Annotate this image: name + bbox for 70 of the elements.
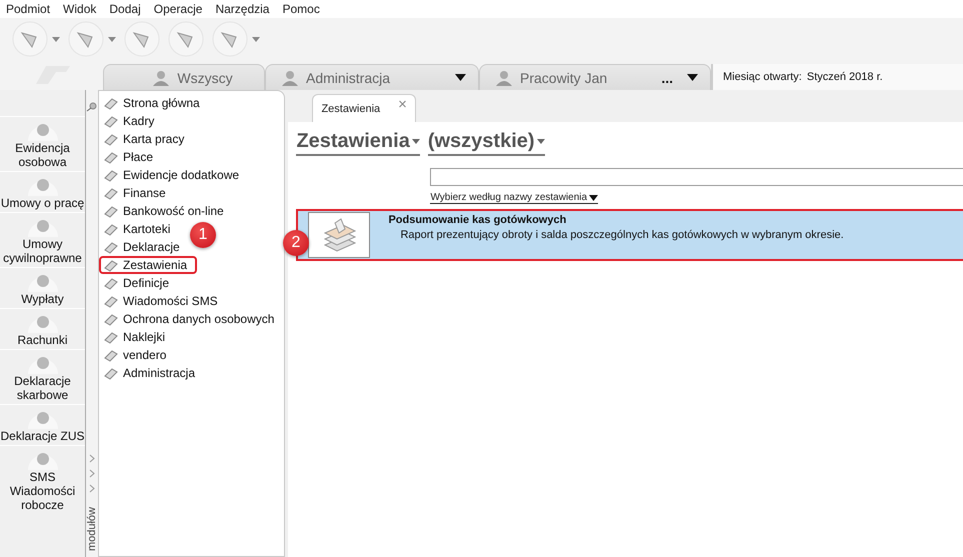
toolbar-icon[interactable] bbox=[12, 21, 48, 57]
more-label: ... bbox=[661, 70, 673, 86]
caret-icon[interactable] bbox=[589, 194, 598, 200]
nav-item[interactable]: Bankowość on-line bbox=[99, 202, 234, 220]
menu-item[interactable]: Widok bbox=[63, 2, 96, 16]
nav-item[interactable]: Wiadomości SMS bbox=[99, 292, 228, 310]
module-icon bbox=[104, 276, 118, 290]
report-description: Raport prezentujący obroty i salda poszczególnych kas gotówkowych w wybranym okresie. bbox=[399, 229, 844, 241]
module-button[interactable]: Ewidencja osobowa bbox=[0, 141, 85, 169]
module-icon bbox=[104, 132, 118, 146]
module-icon bbox=[104, 186, 118, 200]
search-mode-link[interactable]: Wybierz według nazwy zestawienia bbox=[430, 192, 598, 204]
module-icon bbox=[104, 96, 118, 110]
tab[interactable]: Administracja bbox=[265, 64, 479, 90]
filter-dropdown[interactable]: Zestawienia bbox=[296, 130, 420, 156]
nav-item[interactable]: Płace bbox=[99, 148, 164, 166]
module-icon bbox=[104, 348, 118, 362]
menu-item[interactable]: Dodaj bbox=[109, 2, 141, 16]
menu-item[interactable]: Operacje bbox=[154, 2, 202, 16]
nav-item[interactable]: Finanse bbox=[99, 184, 176, 202]
nav-item[interactable]: Ochrona danych osobowych bbox=[99, 310, 284, 328]
nav-item[interactable]: Definicje bbox=[99, 274, 180, 292]
module-icon bbox=[104, 114, 118, 128]
nav-item[interactable]: Strona główna bbox=[99, 94, 210, 112]
menu-item[interactable]: Narzędzia bbox=[215, 2, 270, 16]
tab[interactable]: Wszyscy bbox=[103, 64, 265, 90]
nav-item[interactable]: Karta pracy bbox=[99, 130, 194, 148]
filter-dropdown[interactable]: (wszystkie) bbox=[428, 130, 545, 156]
modules-label: modułów bbox=[86, 506, 98, 551]
nav-item[interactable]: Zestawienia bbox=[99, 256, 198, 274]
dropdown-icon[interactable] bbox=[455, 74, 466, 81]
module-icon bbox=[104, 240, 118, 254]
module-icon bbox=[104, 366, 118, 380]
close-icon[interactable]: × bbox=[398, 96, 407, 113]
nav-item[interactable]: Kartoteki bbox=[99, 220, 180, 238]
module-button[interactable]: Rachunki bbox=[0, 333, 85, 347]
module-icon bbox=[104, 312, 118, 326]
document-tab[interactable]: Zestawienia × bbox=[312, 94, 416, 122]
module-icon bbox=[104, 294, 118, 308]
toolbar-icon[interactable] bbox=[212, 21, 248, 57]
toolbar-icon[interactable] bbox=[124, 21, 160, 57]
nav-item[interactable]: Deklaracje bbox=[99, 238, 190, 256]
module-icon bbox=[104, 150, 118, 164]
search-field[interactable] bbox=[430, 168, 963, 186]
module-button[interactable]: Deklaracje skarbowe bbox=[0, 374, 85, 402]
nav-item[interactable]: Kadry bbox=[99, 112, 164, 130]
module-icon bbox=[104, 222, 118, 236]
module-icon bbox=[104, 204, 118, 218]
module-icon bbox=[104, 168, 118, 182]
module-button[interactable]: Umowy o pracę bbox=[0, 196, 85, 210]
toolbar-icon[interactable] bbox=[168, 21, 204, 57]
module-icon bbox=[104, 330, 118, 344]
nav-item[interactable]: Ewidencje dodatkowe bbox=[99, 166, 250, 184]
module-button[interactable]: Deklaracje ZUS bbox=[0, 429, 85, 443]
module-button[interactable]: SMS Wiadomości robocze bbox=[0, 470, 85, 512]
pin-icon[interactable] bbox=[86, 102, 98, 112]
nav-item[interactable]: Naklejki bbox=[99, 328, 176, 346]
menu-item[interactable]: Pomoc bbox=[282, 2, 320, 16]
nav-item[interactable]: Administracja bbox=[99, 364, 206, 382]
dropdown-icon[interactable] bbox=[687, 74, 698, 81]
status-value: Styczeń 2018 r. bbox=[806, 71, 883, 83]
tab[interactable]: Pracowity Jan ... bbox=[479, 64, 711, 90]
menu-item[interactable]: Podmiot bbox=[6, 2, 50, 16]
toolbar-icon[interactable] bbox=[68, 21, 104, 57]
module-button[interactable]: Umowy cywilnoprawne bbox=[0, 237, 85, 265]
nav-item[interactable]: vendero bbox=[99, 346, 176, 364]
status-label: Miesiąc otwarty: bbox=[723, 71, 802, 83]
module-icon bbox=[104, 258, 118, 272]
report-title: Podsumowanie kas gotówkowych bbox=[388, 214, 568, 226]
module-button[interactable]: Wypłaty bbox=[0, 292, 85, 306]
